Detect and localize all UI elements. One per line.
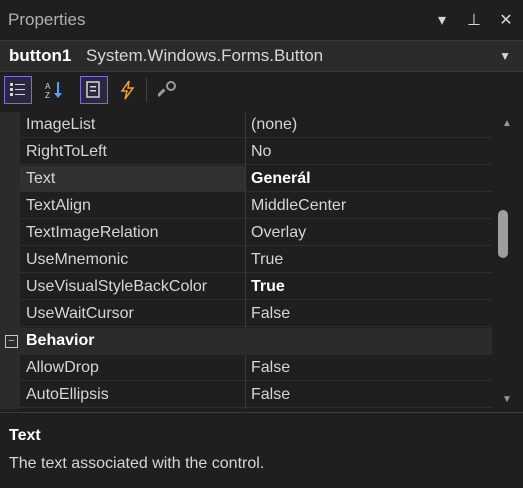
window-titlebar: Properties ▾ ⊥ ✕ bbox=[0, 0, 523, 40]
object-name: button1 bbox=[9, 46, 72, 65]
svg-text:A: A bbox=[45, 82, 51, 91]
row-gutter bbox=[0, 247, 20, 274]
property-value[interactable]: False bbox=[246, 301, 492, 327]
property-pages-button[interactable] bbox=[154, 76, 182, 104]
property-value[interactable]: Overlay bbox=[246, 220, 492, 246]
alphabetical-icon: A Z bbox=[45, 82, 62, 100]
property-row[interactable]: UseWaitCursor False bbox=[0, 301, 492, 328]
object-selector[interactable]: button1 System.Windows.Forms.Button ▼ bbox=[0, 40, 523, 72]
property-name: Text bbox=[20, 166, 245, 192]
row-gutter bbox=[0, 355, 20, 382]
property-name: UseMnemonic bbox=[20, 247, 245, 273]
property-name: TextAlign bbox=[20, 193, 245, 219]
scrollbar-thumb[interactable] bbox=[498, 210, 508, 258]
property-value[interactable]: MiddleCenter bbox=[246, 193, 492, 219]
scroll-down-icon[interactable]: ▼ bbox=[502, 394, 512, 405]
property-name: RightToLeft bbox=[20, 139, 245, 165]
property-value[interactable]: True bbox=[246, 274, 492, 300]
property-value[interactable]: Generál bbox=[246, 166, 492, 192]
properties-button[interactable] bbox=[80, 76, 108, 104]
property-name: AutoEllipsis bbox=[20, 382, 245, 408]
property-name: TextImageRelation bbox=[20, 220, 245, 246]
row-gutter bbox=[0, 301, 20, 328]
scroll-up-icon[interactable]: ▲ bbox=[502, 118, 512, 129]
vertical-scrollbar[interactable]: ▲ ▼ bbox=[493, 112, 523, 410]
row-gutter bbox=[0, 166, 20, 193]
events-icon bbox=[120, 80, 135, 100]
property-name: ImageList bbox=[20, 112, 245, 138]
close-icon[interactable]: ✕ bbox=[497, 10, 515, 30]
row-gutter bbox=[0, 193, 20, 220]
property-row[interactable]: AllowDrop False bbox=[0, 355, 492, 382]
property-value[interactable]: True bbox=[246, 247, 492, 273]
category-behavior[interactable]: − Behavior bbox=[0, 328, 492, 355]
events-button[interactable] bbox=[114, 76, 142, 104]
chevron-down-icon[interactable]: ▼ bbox=[499, 49, 511, 63]
description-text: The text associated with the control. bbox=[9, 455, 265, 472]
row-gutter bbox=[0, 382, 20, 409]
property-pages-icon bbox=[158, 81, 176, 97]
window-title: Properties bbox=[8, 10, 86, 29]
property-row[interactable]: AutoEllipsis False bbox=[0, 382, 492, 409]
alphabetical-button[interactable]: A Z bbox=[40, 76, 68, 104]
svg-text:Z: Z bbox=[45, 91, 50, 100]
property-row[interactable]: ImageList (none) bbox=[0, 112, 492, 139]
property-row[interactable]: UseMnemonic True bbox=[0, 247, 492, 274]
dropdown-icon[interactable]: ▾ bbox=[433, 10, 451, 30]
property-value[interactable]: (none) bbox=[246, 112, 492, 138]
collapse-icon[interactable]: − bbox=[5, 335, 18, 348]
property-row[interactable]: UseVisualStyleBackColor True bbox=[0, 274, 492, 301]
description-panel: Text The text associated with the contro… bbox=[0, 412, 523, 488]
toolbar-separator bbox=[146, 78, 147, 102]
properties-toolbar: A Z bbox=[0, 72, 523, 108]
property-row[interactable]: TextImageRelation Overlay bbox=[0, 220, 492, 247]
property-value[interactable]: No bbox=[246, 139, 492, 165]
property-value[interactable]: False bbox=[246, 382, 492, 408]
categorized-icon bbox=[10, 83, 25, 96]
description-title: Text bbox=[9, 427, 41, 444]
pin-icon[interactable]: ⊥ bbox=[465, 10, 483, 30]
row-gutter bbox=[0, 220, 20, 247]
property-name: UseVisualStyleBackColor bbox=[20, 274, 245, 300]
property-name: UseWaitCursor bbox=[20, 301, 245, 327]
row-gutter bbox=[0, 139, 20, 166]
properties-icon bbox=[86, 81, 100, 98]
property-row[interactable]: TextAlign MiddleCenter bbox=[0, 193, 492, 220]
categorized-button[interactable] bbox=[4, 76, 32, 104]
row-gutter bbox=[0, 274, 20, 301]
object-type: System.Windows.Forms.Button bbox=[86, 46, 324, 65]
window-controls: ▾ ⊥ ✕ bbox=[433, 10, 515, 30]
row-gutter bbox=[0, 112, 20, 139]
property-name: AllowDrop bbox=[20, 355, 245, 381]
property-grid: ImageList (none) RightToLeft No Text Gen… bbox=[0, 112, 492, 410]
property-row[interactable]: RightToLeft No bbox=[0, 139, 492, 166]
property-row-selected[interactable]: Text Generál bbox=[0, 166, 492, 193]
property-value[interactable]: False bbox=[246, 355, 492, 381]
category-label: Behavior bbox=[26, 332, 95, 349]
